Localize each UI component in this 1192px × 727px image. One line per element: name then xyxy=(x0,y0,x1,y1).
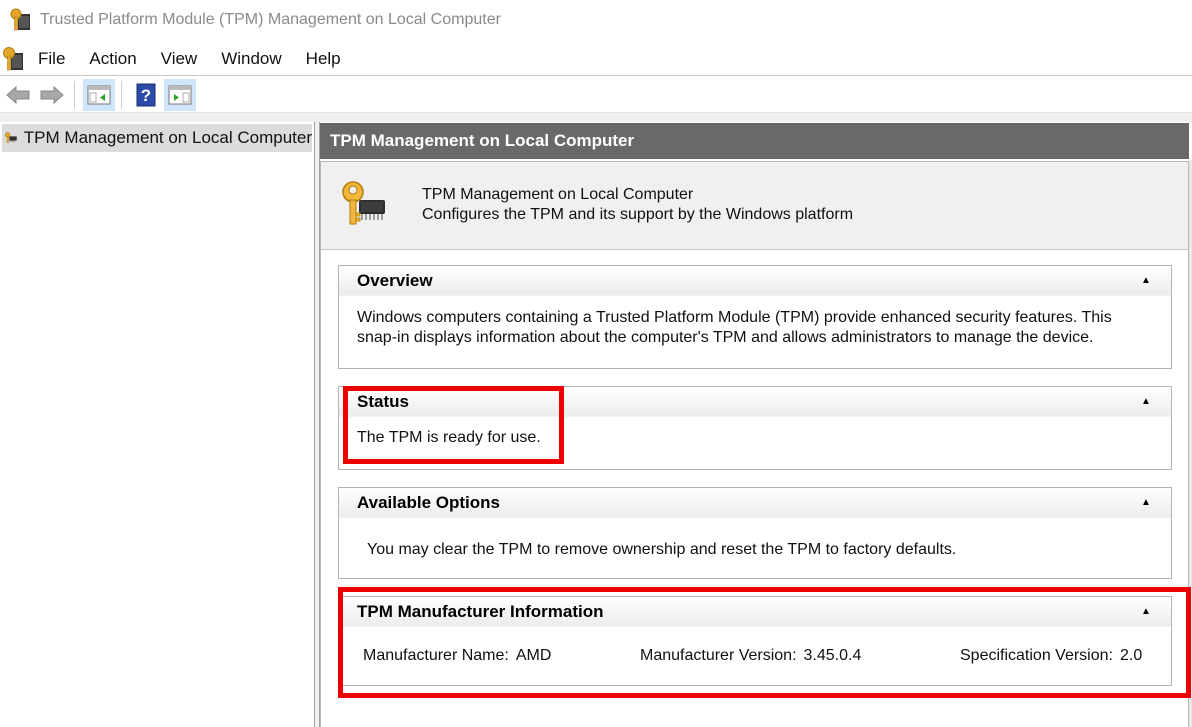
menu-file[interactable]: File xyxy=(24,42,77,76)
collapse-arrow-icon[interactable]: ▲ xyxy=(1139,606,1153,617)
menu-action[interactable]: Action xyxy=(77,42,148,76)
tpm-key-chip-icon[interactable] xyxy=(2,46,24,72)
manufacturer-version-field: Manufacturer Version: 3.45.0.4 xyxy=(640,646,861,666)
manufacturer-version-value: 3.45.0.4 xyxy=(803,647,862,664)
title-bar: Trusted Platform Module (TPM) Management… xyxy=(0,0,1192,40)
intro-title: TPM Management on Local Computer xyxy=(422,186,694,203)
forward-button[interactable] xyxy=(36,79,68,111)
tpm-key-chip-icon xyxy=(10,8,30,31)
manufacturer-info-section: TPM Manufacturer Information ▲ Manufactu… xyxy=(338,596,1172,686)
manufacturer-info-body: Manufacturer Name: AMD Manufacturer Versi… xyxy=(339,627,1171,685)
manufacturer-info-section-header[interactable]: TPM Manufacturer Information ▲ xyxy=(339,597,1171,627)
show-hide-action-pane-icon xyxy=(168,85,192,104)
content-header: TPM Management on Local Computer xyxy=(320,123,1189,159)
status-section: Status ▲ The TPM is ready for use. xyxy=(338,386,1172,470)
intro-panel: TPM Management on Local Computer Configu… xyxy=(321,162,1188,250)
tree-item-tpm-management[interactable]: TPM Management on Local Computer xyxy=(2,124,312,152)
menu-bar: File Action View Window Help xyxy=(0,42,1192,76)
available-options-text: You may clear the TPM to remove ownershi… xyxy=(367,541,957,558)
forward-arrow-icon xyxy=(40,85,64,104)
status-section-header[interactable]: Status ▲ xyxy=(339,387,1171,417)
manufacturer-name-field: Manufacturer Name: AMD xyxy=(363,646,551,666)
back-button[interactable] xyxy=(2,79,34,111)
overview-text-line-2: snap-in displays information about the c… xyxy=(357,329,1094,346)
specification-version-value: 2.0 xyxy=(1119,647,1143,664)
toolbar-separator xyxy=(121,80,122,109)
available-options-section: Available Options ▲ You may clear the TP… xyxy=(338,487,1172,579)
show-hide-console-tree-button[interactable] xyxy=(83,78,115,111)
manufacturer-version-label: Manufacturer Version: xyxy=(640,647,797,664)
console-tree: TPM Management on Local Computer xyxy=(0,122,315,727)
svg-text:?: ? xyxy=(141,86,151,105)
overview-section-header[interactable]: Overview ▲ xyxy=(339,266,1171,296)
collapse-arrow-icon[interactable]: ▲ xyxy=(1139,275,1153,286)
toolbar-separator xyxy=(74,80,75,109)
overview-text-line-1: Windows computers containing a Trusted P… xyxy=(357,309,1112,326)
show-hide-console-tree-icon xyxy=(87,85,111,104)
specification-version-label: Specification Version: xyxy=(960,647,1113,664)
manufacturer-info-title: TPM Manufacturer Information xyxy=(357,601,604,621)
tree-item-label: TPM Management on Local Computer xyxy=(23,128,312,147)
tpm-key-chip-icon xyxy=(342,181,385,225)
collapse-arrow-icon[interactable]: ▲ xyxy=(1139,497,1153,508)
manufacturer-name-label: Manufacturer Name: xyxy=(363,647,509,664)
specification-version-field: Specification Version: 2.0 xyxy=(960,646,1142,666)
available-options-title: Available Options xyxy=(357,492,500,512)
manufacturer-name-value: AMD xyxy=(515,647,552,664)
show-hide-action-pane-button[interactable] xyxy=(164,78,196,111)
intro-description: Configures the TPM and its support by th… xyxy=(422,206,854,223)
toolbar: ? xyxy=(0,77,1192,113)
menu-window[interactable]: Window xyxy=(209,42,293,76)
content-pane: TPM Management on Local Computer TPM Man… xyxy=(320,122,1192,727)
back-arrow-icon xyxy=(6,85,30,104)
window-title: Trusted Platform Module (TPM) Management… xyxy=(40,11,501,28)
tpm-key-chip-icon xyxy=(5,132,17,143)
available-options-section-header[interactable]: Available Options ▲ xyxy=(339,488,1171,518)
help-icon: ? xyxy=(136,83,156,106)
overview-section: Overview ▲ Windows computers containing … xyxy=(338,265,1172,369)
menu-help[interactable]: Help xyxy=(294,42,353,76)
menu-view[interactable]: View xyxy=(149,42,210,76)
overview-title: Overview xyxy=(357,270,433,290)
status-text: The TPM is ready for use. xyxy=(357,429,541,446)
status-title: Status xyxy=(357,391,409,411)
toolbar-bottom-strip xyxy=(0,113,1192,122)
collapse-arrow-icon[interactable]: ▲ xyxy=(1139,396,1153,407)
overview-body: Windows computers containing a Trusted P… xyxy=(339,296,1171,360)
help-button[interactable]: ? xyxy=(130,79,162,111)
content-body: TPM Management on Local Computer Configu… xyxy=(320,161,1189,727)
